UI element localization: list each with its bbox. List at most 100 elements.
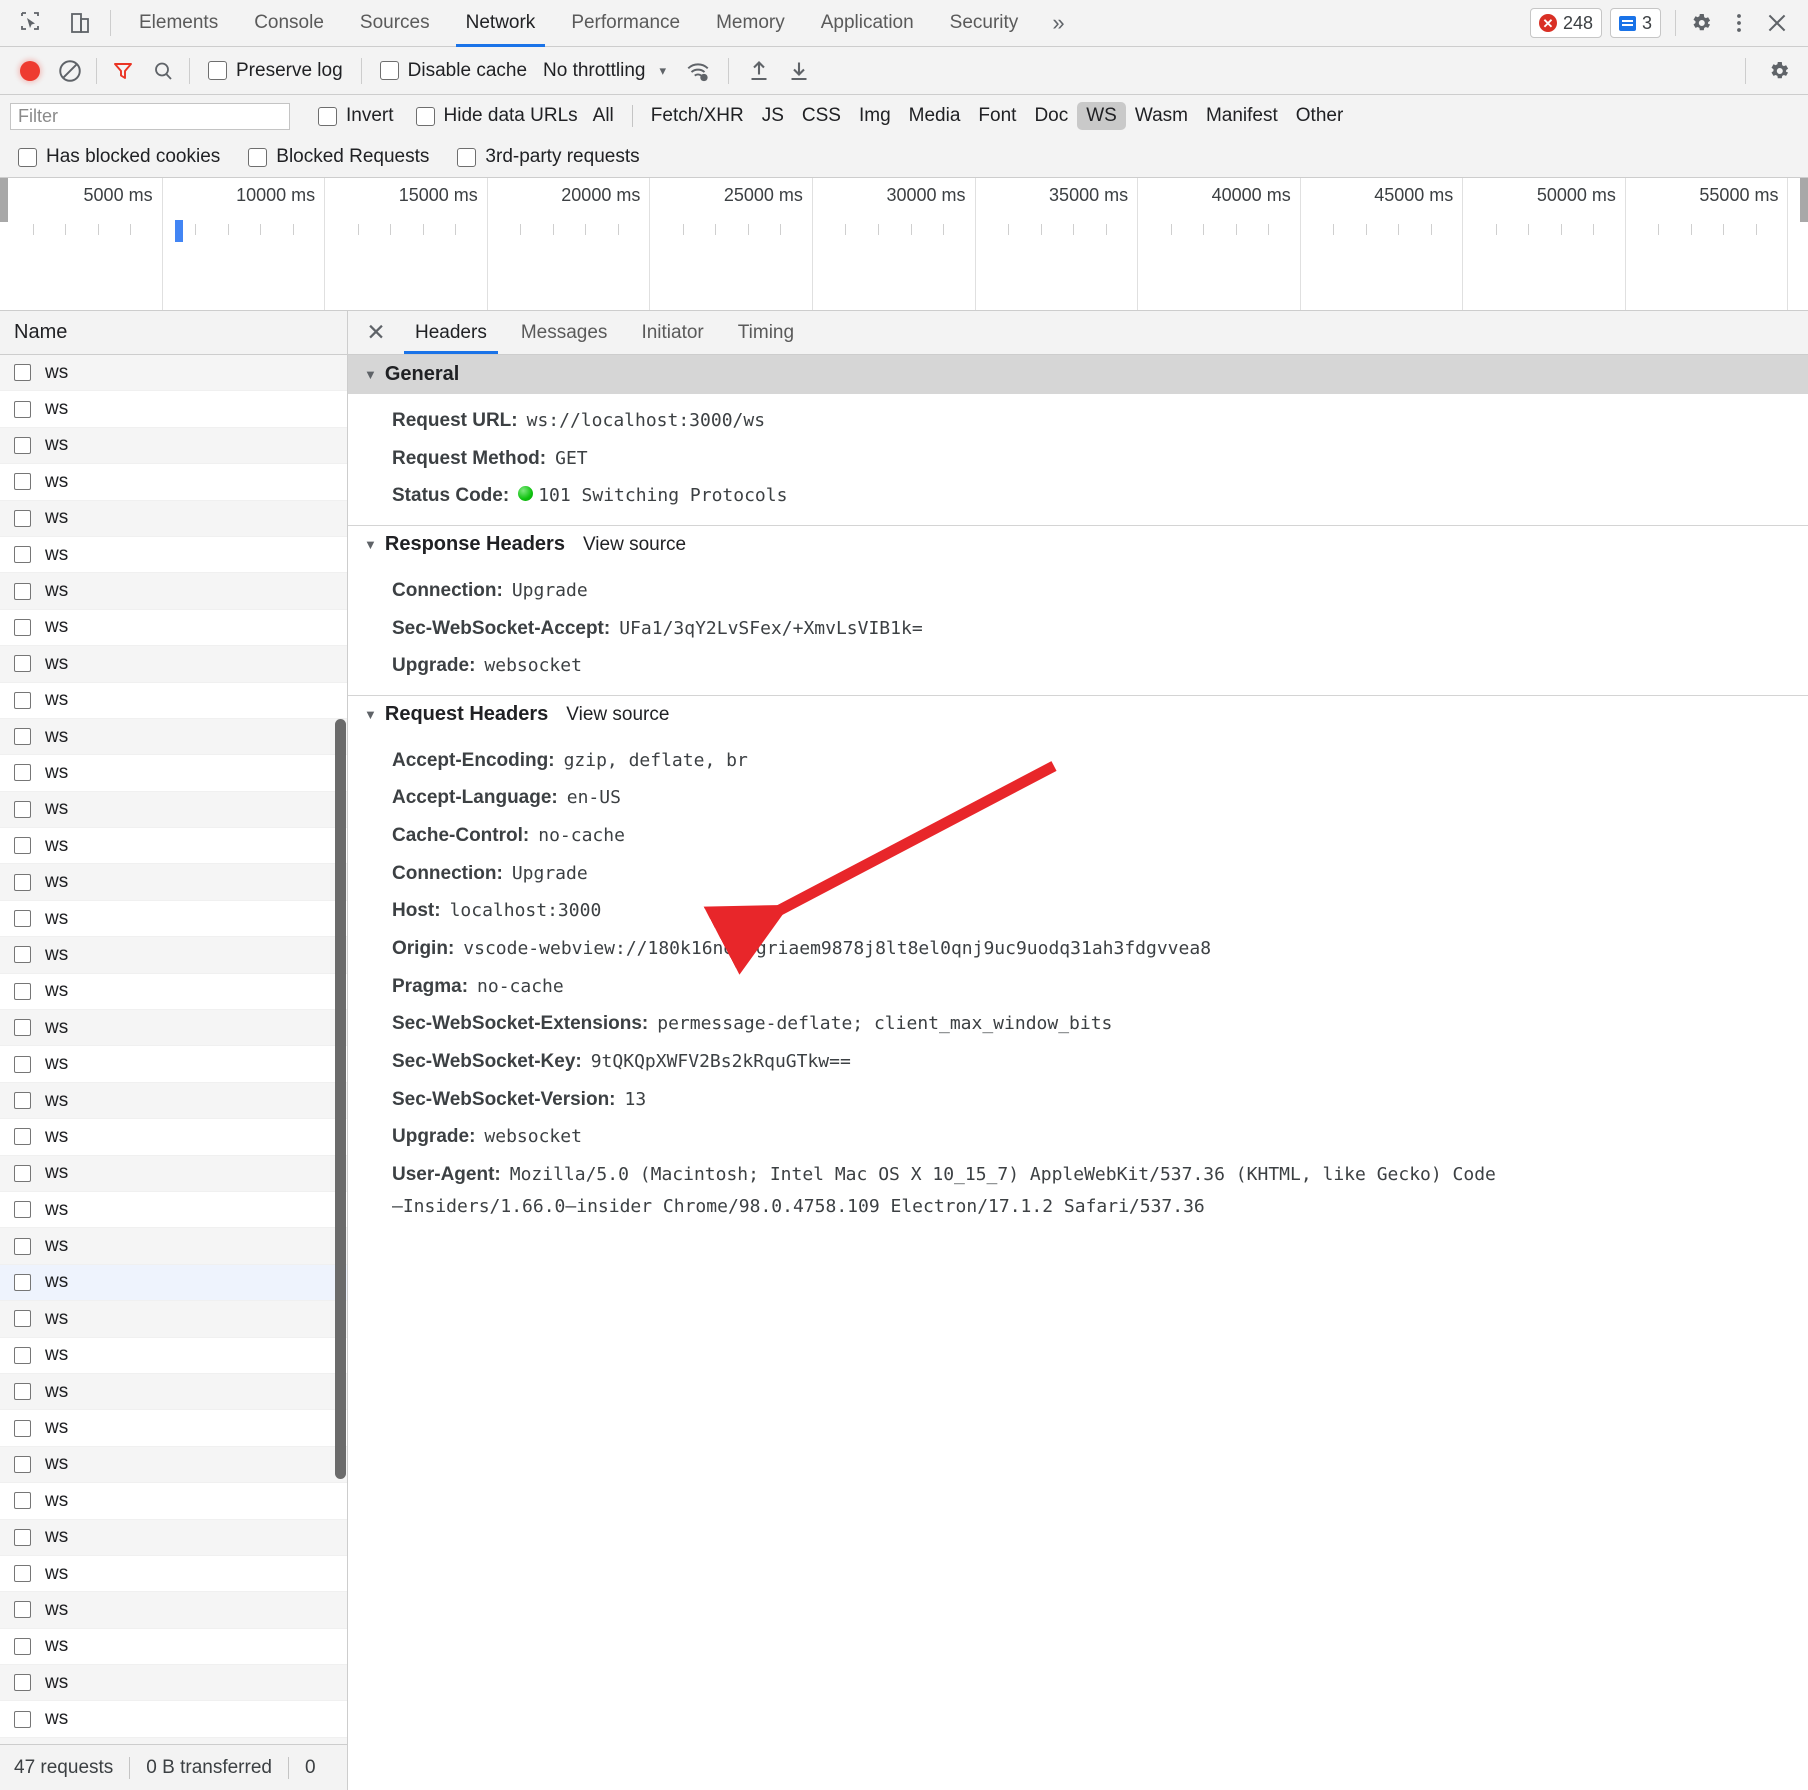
tab-network[interactable]: Network [448, 0, 554, 47]
request-row[interactable]: ws [0, 1192, 347, 1228]
request-row[interactable]: ws [0, 1592, 347, 1628]
request-row[interactable]: ws [0, 1228, 347, 1264]
request-row[interactable]: ws [0, 610, 347, 646]
general-section-header[interactable]: ▼ General [348, 355, 1808, 394]
requests-list[interactable]: wswswswswswswswswswswswswswswswswswswsws… [0, 355, 347, 1744]
throttling-select[interactable]: No throttling ▾ [543, 60, 666, 82]
tab-security[interactable]: Security [932, 0, 1037, 47]
more-tabs-button[interactable]: » [1036, 0, 1080, 47]
cursor-select-icon[interactable] [10, 5, 50, 41]
request-row[interactable]: ws [0, 1483, 347, 1519]
requests-scrollbar[interactable] [335, 719, 346, 1479]
tab-initiator[interactable]: Initiator [624, 311, 720, 354]
gear-icon[interactable] [1760, 52, 1798, 90]
request-row[interactable]: ws [0, 1629, 347, 1665]
request-row[interactable]: ws [0, 901, 347, 937]
filter-type-css[interactable]: CSS [793, 102, 850, 130]
tab-timing[interactable]: Timing [721, 311, 811, 354]
request-row[interactable]: ws [0, 1338, 347, 1374]
tab-console[interactable]: Console [236, 0, 342, 47]
preserve-log-checkbox[interactable]: Preserve log [208, 60, 343, 82]
clear-button[interactable] [50, 51, 90, 91]
error-count-badge[interactable]: ✕ 248 [1530, 8, 1602, 38]
request-row[interactable]: ws [0, 1374, 347, 1410]
request-row[interactable]: ws [0, 1520, 347, 1556]
request-row[interactable]: ws [0, 537, 347, 573]
request-row[interactable]: ws [0, 428, 347, 464]
close-icon[interactable] [1758, 4, 1796, 42]
request-row[interactable]: ws [0, 683, 347, 719]
overview-minor-tick [228, 224, 229, 235]
filter-type-media[interactable]: Media [900, 102, 970, 130]
request-row[interactable]: ws [0, 391, 347, 427]
request-row[interactable]: ws [0, 1010, 347, 1046]
record-button[interactable] [10, 51, 50, 91]
kebab-menu-icon[interactable] [1720, 4, 1758, 42]
filter-type-doc[interactable]: Doc [1025, 102, 1077, 130]
filter-type-manifest[interactable]: Manifest [1197, 102, 1287, 130]
blocked-requests-checkbox[interactable]: Blocked Requests [248, 146, 429, 168]
filter-type-img[interactable]: Img [850, 102, 900, 130]
filter-type-all[interactable]: All [584, 102, 623, 130]
request-row[interactable]: ws [0, 355, 347, 391]
filter-input[interactable] [10, 103, 290, 130]
download-har-icon[interactable] [779, 51, 819, 91]
request-row[interactable]: ws [0, 1738, 347, 1744]
request-row[interactable]: ws [0, 937, 347, 973]
request-row[interactable]: ws [0, 1665, 347, 1701]
tab-elements[interactable]: Elements [121, 0, 236, 47]
message-count-badge[interactable]: 3 [1610, 8, 1661, 38]
filter-type-other[interactable]: Other [1287, 102, 1353, 130]
request-row[interactable]: ws [0, 1083, 347, 1119]
request-row[interactable]: ws [0, 1556, 347, 1592]
request-row[interactable]: ws [0, 828, 347, 864]
gear-icon[interactable] [1682, 4, 1720, 42]
has-blocked-cookies-checkbox[interactable]: Has blocked cookies [18, 146, 220, 168]
request-row[interactable]: ws [0, 646, 347, 682]
tab-performance[interactable]: Performance [553, 0, 698, 47]
request-row[interactable]: ws [0, 719, 347, 755]
tab-headers[interactable]: Headers [398, 311, 504, 354]
request-row[interactable]: ws [0, 464, 347, 500]
response-headers-section-header[interactable]: ▼ Response Headers View source [348, 525, 1808, 564]
request-headers-section-header[interactable]: ▼ Request Headers View source [348, 695, 1808, 734]
request-row[interactable]: ws [0, 755, 347, 791]
header-name: Host: [392, 898, 441, 924]
hide-data-urls-checkbox[interactable]: Hide data URLs [416, 105, 578, 127]
network-overview-timeline[interactable]: 5000 ms10000 ms15000 ms20000 ms25000 ms3… [0, 178, 1808, 311]
request-row[interactable]: ws [0, 1265, 347, 1301]
view-source-link-response[interactable]: View source [583, 534, 686, 556]
search-icon[interactable] [143, 51, 183, 91]
invert-checkbox[interactable]: Invert [318, 105, 394, 127]
request-row[interactable]: ws [0, 1410, 347, 1446]
request-row[interactable]: ws [0, 1156, 347, 1192]
third-party-requests-checkbox[interactable]: 3rd-party requests [457, 146, 639, 168]
requests-column-header[interactable]: Name [0, 311, 347, 355]
filter-type-js[interactable]: JS [753, 102, 793, 130]
request-row[interactable]: ws [0, 792, 347, 828]
filter-type-wasm[interactable]: Wasm [1126, 102, 1197, 130]
tab-memory[interactable]: Memory [698, 0, 803, 47]
view-source-link-request[interactable]: View source [566, 704, 669, 726]
tab-application[interactable]: Application [803, 0, 932, 47]
request-row[interactable]: ws [0, 864, 347, 900]
filter-type-font[interactable]: Font [969, 102, 1025, 130]
request-row[interactable]: ws [0, 1301, 347, 1337]
request-row[interactable]: ws [0, 501, 347, 537]
upload-har-icon[interactable] [739, 51, 779, 91]
tab-sources[interactable]: Sources [342, 0, 448, 47]
request-row[interactable]: ws [0, 974, 347, 1010]
request-row[interactable]: ws [0, 1447, 347, 1483]
disable-cache-checkbox[interactable]: Disable cache [380, 60, 527, 82]
request-row[interactable]: ws [0, 1046, 347, 1082]
tab-messages[interactable]: Messages [504, 311, 625, 354]
network-conditions-icon[interactable] [678, 51, 718, 91]
filter-type-fetch-xhr[interactable]: Fetch/XHR [642, 102, 753, 130]
device-toolbar-icon[interactable] [60, 5, 100, 41]
request-row[interactable]: ws [0, 1701, 347, 1737]
request-row[interactable]: ws [0, 1119, 347, 1155]
request-row[interactable]: ws [0, 573, 347, 609]
funnel-icon[interactable] [103, 51, 143, 91]
close-icon[interactable]: ✕ [354, 311, 398, 354]
filter-type-ws[interactable]: WS [1077, 102, 1126, 130]
